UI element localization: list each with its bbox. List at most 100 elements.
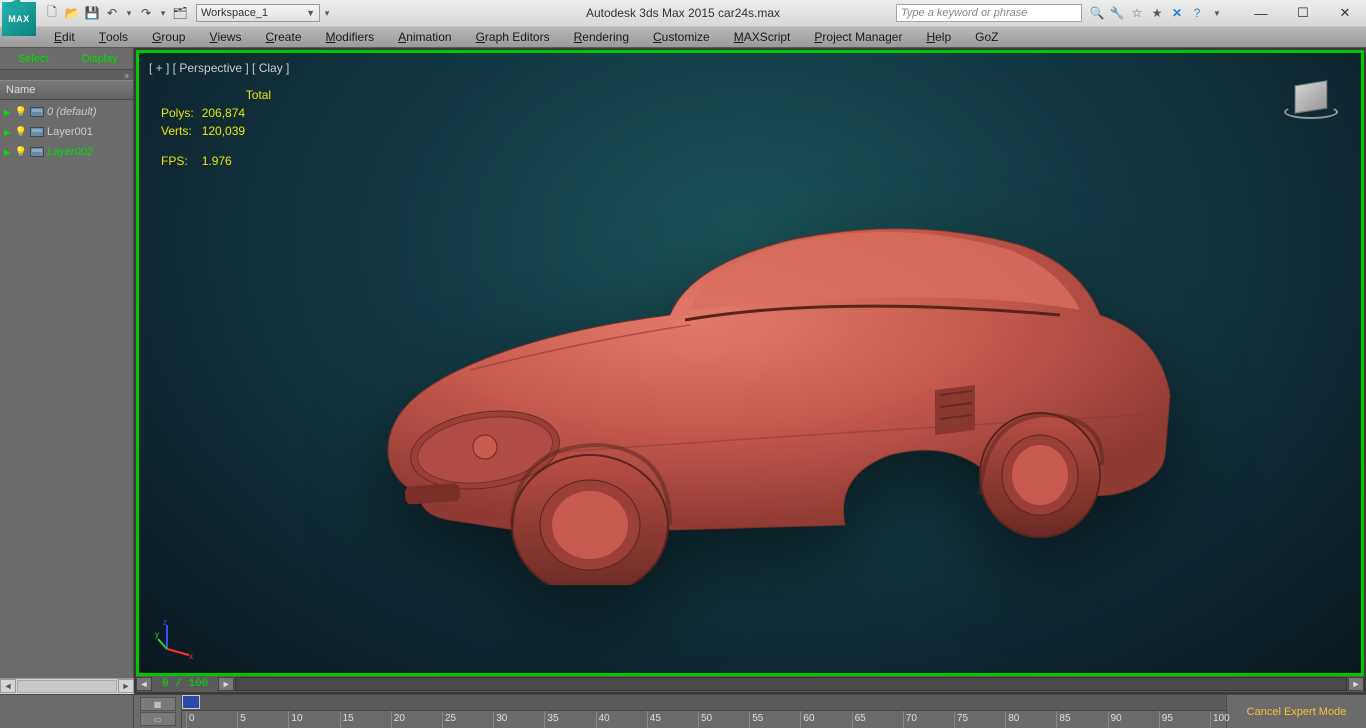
title-bar: MAX 🗋 📂 💾 ↶ ▾ ↷ ▾ 🗂 Workspace_1 ▼ ▾ Auto… [0, 0, 1366, 26]
expand-icon[interactable]: ▶ [4, 108, 12, 117]
open-file-icon[interactable]: 📂 [62, 3, 82, 23]
window-controls: — ☐ ✕ [1240, 0, 1366, 26]
visibility-bulb-icon[interactable]: 💡 [15, 146, 27, 158]
layer-list: ▶💡0 (default)▶💡Layer001▶💡Layer002 [0, 100, 133, 694]
communication-icon[interactable]: ✕ [1168, 4, 1186, 22]
qat-customize-dropdown[interactable]: ▾ [320, 8, 334, 19]
key-mode-button[interactable]: ▭ [140, 712, 176, 726]
panel-collapse-handle[interactable]: » [0, 70, 133, 80]
timeline-tick: 20 [391, 711, 392, 728]
scroll-right2-button[interactable]: ► [1348, 677, 1364, 691]
favorite-icon[interactable]: ★ [1148, 4, 1166, 22]
stats-fps-value: 1.976 [202, 153, 277, 169]
close-button[interactable]: ✕ [1324, 0, 1366, 26]
app-icon-label: MAX [8, 14, 30, 24]
panel-column-header[interactable]: Name [0, 80, 133, 100]
maximize-button[interactable]: ☐ [1282, 0, 1324, 26]
layer-name-label: 0 (default) [47, 106, 97, 118]
scroll-left-icon[interactable]: ◄ [0, 679, 16, 693]
menu-create[interactable]: Create [253, 27, 313, 47]
timeline-tick: 95 [1159, 711, 1160, 728]
workspace-selector[interactable]: Workspace_1 ▼ [196, 4, 320, 22]
perspective-viewport[interactable]: [ + ] [ Perspective ] [ Clay ] Total Pol… [136, 50, 1364, 676]
help-icon[interactable]: ? [1188, 4, 1206, 22]
viewport-statistics: Total Polys:206,874 Verts:120,039 FPS:1.… [159, 85, 279, 171]
timeline-tick: 35 [544, 711, 545, 728]
viewport-label[interactable]: [ + ] [ Perspective ] [ Clay ] [149, 61, 289, 75]
axis-gizmo[interactable]: z y x [155, 619, 195, 659]
key-filter-button[interactable]: ▦ [140, 697, 176, 711]
undo-icon[interactable]: ↶ [102, 3, 122, 23]
scroll-right-icon[interactable]: ► [118, 679, 134, 693]
timeline-left-spacer [0, 695, 134, 728]
viewcube[interactable] [1281, 67, 1341, 127]
menu-customize[interactable]: Customize [641, 27, 722, 47]
subscription-icon[interactable]: 🔧 [1108, 4, 1126, 22]
visibility-bulb-icon[interactable]: 💡 [15, 126, 27, 138]
menu-help[interactable]: Help [914, 27, 963, 47]
undo-history-dropdown[interactable]: ▾ [122, 8, 136, 19]
layer-row[interactable]: ▶💡 Layer001 [0, 122, 133, 142]
project-folder-icon[interactable]: 🗂 [170, 3, 190, 23]
layer-name-label: Layer001 [47, 126, 93, 138]
timeline-bar: ▦ ▭ 051015202530354045505560657075808590… [0, 694, 1366, 728]
tab-display[interactable]: Display [67, 48, 134, 69]
menu-graph-editors[interactable]: Graph Editors [464, 27, 562, 47]
left-panel-scrollbar[interactable]: ◄ ► [0, 678, 134, 694]
svg-text:y: y [155, 630, 159, 639]
timeline-tick: 90 [1108, 711, 1109, 728]
app-menu-button[interactable]: MAX [2, 2, 36, 36]
layer-row[interactable]: ▶💡Layer002 [0, 142, 133, 162]
workspace-label: Workspace_1 [201, 7, 268, 19]
timeline-key-buttons: ▦ ▭ [134, 695, 182, 728]
timeline-tick: 50 [698, 711, 699, 728]
chevron-down-icon: ▼ [306, 8, 315, 18]
menu-goz[interactable]: GoZ [963, 27, 1010, 47]
help-dropdown-icon[interactable]: ▼ [1208, 4, 1226, 22]
scene-explorer-panel: Select Display » Name ▶💡0 (default)▶💡Lay… [0, 48, 134, 694]
menu-group[interactable]: Group [140, 27, 197, 47]
menu-project-manager[interactable]: Project Manager [802, 27, 914, 47]
menu-animation[interactable]: Animation [386, 27, 463, 47]
frame-indicator: 0 / 100 [162, 678, 208, 690]
menu-maxscript[interactable]: MAXScript [722, 27, 803, 47]
infocenter-search-input[interactable]: Type a keyword or phrase [896, 4, 1082, 22]
timeline-tick: 80 [1005, 711, 1006, 728]
expand-icon[interactable]: ▶ [4, 128, 12, 137]
timeline-tick: 55 [749, 711, 750, 728]
menu-views[interactable]: Views [197, 27, 253, 47]
redo-icon[interactable]: ↷ [136, 3, 156, 23]
search-icon[interactable]: 🔍 [1088, 4, 1106, 22]
timeline-tick: 25 [442, 711, 443, 728]
menu-modifiers[interactable]: Modifiers [314, 27, 387, 47]
new-file-icon[interactable]: 🗋 [42, 3, 62, 23]
svg-text:z: z [163, 619, 167, 627]
timeline-tick: 75 [954, 711, 955, 728]
minimize-button[interactable]: — [1240, 0, 1282, 26]
scroll-left-button[interactable]: ◄ [136, 677, 152, 691]
svg-text:x: x [189, 652, 193, 659]
menu-rendering[interactable]: Rendering [562, 27, 641, 47]
save-file-icon[interactable]: 💾 [82, 3, 102, 23]
stats-polys-value: 206,874 [202, 105, 277, 121]
timeline-tick: 65 [852, 711, 853, 728]
visibility-bulb-icon[interactable]: 💡 [15, 106, 27, 118]
time-slider-marker[interactable] [182, 695, 200, 709]
redo-history-dropdown[interactable]: ▾ [156, 8, 170, 19]
menu-edit[interactable]: Edit [42, 27, 87, 47]
layer-icon [30, 107, 44, 117]
exchange-icon[interactable]: ☆ [1128, 4, 1146, 22]
expert-mode-toggle[interactable]: Cancel Expert Mode [1226, 695, 1366, 728]
menu-tools[interactable]: Tools [87, 27, 140, 47]
main-area: Select Display » Name ▶💡0 (default)▶💡Lay… [0, 48, 1366, 694]
timeline-ruler[interactable]: 0510152025303540455055606570758085909510… [182, 695, 1226, 728]
tab-select[interactable]: Select [0, 48, 67, 69]
timeline-tick: 10 [288, 711, 289, 728]
viewport-container: [ + ] [ Perspective ] [ Clay ] Total Pol… [134, 48, 1366, 694]
scroll-right-button[interactable]: ► [218, 677, 234, 691]
stats-fps-label: FPS: [161, 153, 200, 169]
layer-row[interactable]: ▶💡 0 (default) [0, 102, 133, 122]
scroll-track[interactable] [235, 677, 1347, 691]
timeline-tick: 0 [186, 711, 187, 728]
expand-icon[interactable]: ▶ [4, 148, 12, 157]
